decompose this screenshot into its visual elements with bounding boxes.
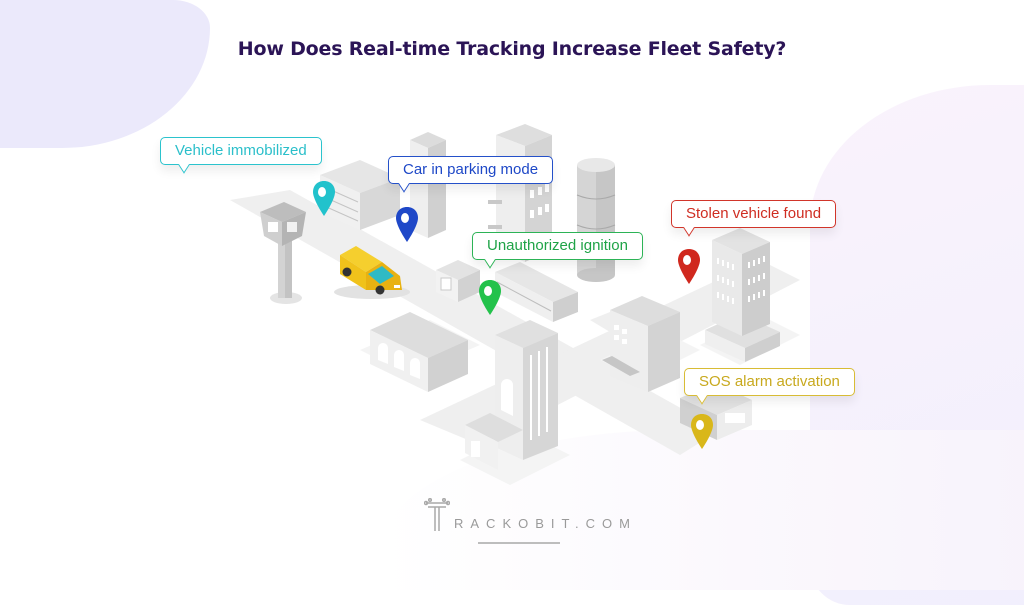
map-pin-red-icon bbox=[678, 249, 700, 284]
circuit-t-icon bbox=[424, 498, 450, 531]
callout-car-parking-mode: Car in parking mode bbox=[388, 156, 554, 184]
building-skyscraper bbox=[705, 228, 780, 362]
callout-stolen-vehicle-found: Stolen vehicle found bbox=[671, 200, 837, 228]
callout-sos-alarm-activation: SOS alarm activation bbox=[684, 368, 855, 396]
map-pin-yellow-icon bbox=[691, 414, 713, 449]
callout-vehicle-immobilized: Vehicle immobilized bbox=[160, 137, 322, 165]
map-pin-blue-icon bbox=[396, 207, 418, 242]
watch-tower bbox=[260, 202, 306, 304]
callout-unauthorized-ignition: Unauthorized ignition bbox=[472, 232, 643, 260]
brand-name: RACKOBIT.COM bbox=[454, 516, 637, 531]
map-pin-green-icon bbox=[479, 280, 501, 315]
building-cylinder bbox=[576, 158, 616, 282]
logo-underline bbox=[478, 542, 560, 544]
map-pin-cyan-icon bbox=[313, 181, 335, 216]
brand-logo: RACKOBIT.COM bbox=[424, 498, 637, 532]
city-illustration bbox=[230, 124, 800, 485]
